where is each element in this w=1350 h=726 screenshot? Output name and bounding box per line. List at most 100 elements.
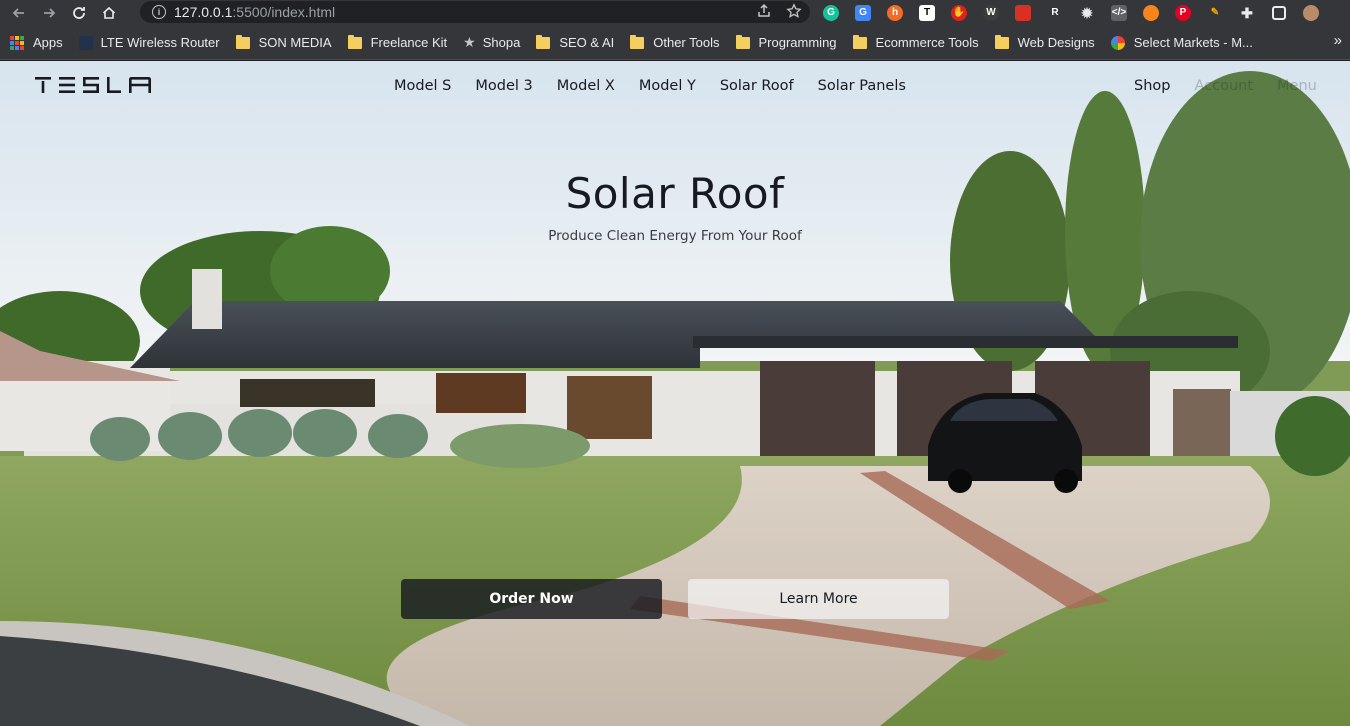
home-button[interactable] bbox=[98, 2, 120, 24]
router-icon bbox=[78, 35, 93, 50]
gear-icon: ✹ bbox=[1081, 5, 1093, 21]
url-path: :5500/index.html bbox=[232, 4, 336, 20]
pinterest-extension[interactable]: P bbox=[1172, 2, 1194, 24]
bookmarks-bar: Apps LTE Wireless Router SON MEDIA Freel… bbox=[0, 26, 1350, 60]
metamask-extension[interactable] bbox=[1140, 2, 1162, 24]
folder-icon bbox=[630, 34, 645, 49]
star-icon: ★ bbox=[463, 34, 476, 50]
side-panel-icon bbox=[1272, 6, 1286, 20]
r-letter-icon: R bbox=[1051, 7, 1059, 18]
url-host: 127.0.0.1 bbox=[174, 4, 233, 20]
hero-title: Solar Roof bbox=[565, 169, 785, 218]
folder-icon bbox=[735, 34, 750, 49]
bookmark-label: Web Designs bbox=[1017, 35, 1095, 50]
address-bar[interactable]: i 127.0.0.1:5500/index.html bbox=[140, 1, 810, 23]
side-panel-button[interactable] bbox=[1268, 2, 1290, 24]
account-nav: Shop Account Menu bbox=[1122, 78, 1329, 94]
wordpress-icon: W bbox=[983, 5, 999, 21]
bookmark-label: Freelance Kit bbox=[370, 35, 448, 50]
book-extension[interactable] bbox=[1012, 2, 1034, 24]
bookmark-programming[interactable]: Programming bbox=[735, 34, 837, 50]
bookmark-label: LTE Wireless Router bbox=[100, 35, 220, 50]
main-nav: Model S Model 3 Model X Model Y Solar Ro… bbox=[382, 78, 918, 94]
share-icon[interactable] bbox=[756, 3, 772, 19]
code-icon: </> bbox=[1111, 5, 1127, 21]
chimney bbox=[192, 269, 222, 329]
order-now-button[interactable]: Order Now bbox=[401, 579, 662, 619]
tesla-logo[interactable] bbox=[35, 77, 151, 93]
arrow-right-icon bbox=[44, 8, 56, 18]
nav-model-s[interactable]: Model S bbox=[382, 78, 463, 94]
adblock-extension[interactable]: ✋ bbox=[948, 2, 970, 24]
grammarly-extension[interactable]: G bbox=[820, 2, 842, 24]
code-extension[interactable]: </> bbox=[1108, 2, 1130, 24]
garage-roof bbox=[693, 336, 1238, 348]
fox-icon bbox=[1143, 5, 1159, 21]
nav-model-x[interactable]: Model X bbox=[545, 78, 627, 94]
bookmark-freelance-kit[interactable]: Freelance Kit bbox=[347, 34, 448, 50]
reload-button[interactable] bbox=[68, 2, 90, 24]
window bbox=[240, 379, 375, 407]
bookmark-other-tools[interactable]: Other Tools bbox=[630, 34, 720, 50]
nav-model-3[interactable]: Model 3 bbox=[463, 78, 544, 94]
honey-icon: h bbox=[887, 5, 903, 21]
gear-extension[interactable]: ✹ bbox=[1076, 2, 1098, 24]
google-icon bbox=[1110, 35, 1125, 50]
bookmark-seo-ai[interactable]: SEO & AI bbox=[536, 34, 615, 50]
home-icon bbox=[102, 6, 116, 19]
nav-shop[interactable]: Shop bbox=[1122, 78, 1182, 94]
gate bbox=[1173, 389, 1231, 464]
bookmark-apps[interactable]: Apps bbox=[10, 35, 63, 50]
bookmark-star-icon[interactable] bbox=[786, 3, 802, 19]
window bbox=[436, 373, 526, 413]
nav-model-y[interactable]: Model Y bbox=[627, 78, 708, 94]
site-header: Model S Model 3 Model X Model Y Solar Ro… bbox=[0, 61, 1350, 113]
nav-account[interactable]: Account bbox=[1182, 78, 1265, 94]
cta-buttons: Order Now Learn More bbox=[401, 579, 949, 619]
browser-toolbar: i 127.0.0.1:5500/index.html G G h T ✋ W … bbox=[0, 0, 1350, 26]
hero-subtitle: Produce Clean Energy From Your Roof bbox=[548, 228, 802, 244]
nav-solar-roof[interactable]: Solar Roof bbox=[708, 78, 806, 94]
bookmark-label: Other Tools bbox=[653, 35, 720, 50]
forward-button[interactable] bbox=[38, 2, 60, 24]
tesla-page: Model S Model 3 Model X Model Y Solar Ro… bbox=[0, 61, 1350, 726]
arrow-left-icon bbox=[12, 8, 24, 18]
honey-extension[interactable]: h bbox=[884, 2, 906, 24]
notion-extension[interactable]: T bbox=[916, 2, 938, 24]
folder-icon bbox=[347, 34, 362, 49]
extensions-bar: G G h T ✋ W R ✹ </> P ✎ ✚ bbox=[820, 2, 1322, 24]
bookmark-ecommerce-tools[interactable]: Ecommerce Tools bbox=[852, 34, 979, 50]
bookmark-lte-router[interactable]: LTE Wireless Router bbox=[78, 35, 220, 50]
garage-door bbox=[760, 361, 875, 466]
apps-grid-icon bbox=[10, 35, 24, 50]
r-extension[interactable]: R bbox=[1044, 2, 1066, 24]
bookmark-label: Programming bbox=[758, 35, 837, 50]
bookmarks-overflow-button[interactable]: » bbox=[1334, 32, 1342, 49]
nav-menu[interactable]: Menu bbox=[1265, 78, 1329, 94]
bookmark-label: Shopa bbox=[482, 35, 521, 50]
car bbox=[928, 393, 1082, 493]
bookmark-web-designs[interactable]: Web Designs bbox=[994, 34, 1095, 50]
translate-icon: G bbox=[855, 5, 871, 21]
hand-stop-icon: ✋ bbox=[951, 5, 967, 21]
profile-avatar[interactable] bbox=[1300, 2, 1322, 24]
bookmark-shopa[interactable]: ★ Shopa bbox=[463, 34, 520, 51]
grammarly-icon: G bbox=[823, 5, 839, 21]
translate-extension[interactable]: G bbox=[852, 2, 874, 24]
avatar bbox=[1303, 5, 1319, 21]
puzzle-icon: ✚ bbox=[1241, 5, 1253, 21]
folder-icon bbox=[235, 34, 250, 49]
back-button[interactable] bbox=[8, 2, 30, 24]
hero-text: Solar Roof Produce Clean Energy From You… bbox=[0, 169, 1350, 244]
extensions-menu[interactable]: ✚ bbox=[1236, 2, 1258, 24]
bookmark-son-media[interactable]: SON MEDIA bbox=[235, 34, 332, 50]
bookmark-label: Select Markets - M... bbox=[1133, 35, 1253, 50]
learn-more-button[interactable]: Learn More bbox=[688, 579, 949, 619]
pen-extension[interactable]: ✎ bbox=[1204, 2, 1226, 24]
nav-solar-panels[interactable]: Solar Panels bbox=[806, 78, 918, 94]
bookmark-select-markets[interactable]: Select Markets - M... bbox=[1110, 35, 1253, 50]
bookmark-label: Apps bbox=[33, 35, 63, 50]
bookmark-label: SEO & AI bbox=[559, 35, 615, 50]
wordpress-extension[interactable]: W bbox=[980, 2, 1002, 24]
info-icon[interactable]: i bbox=[152, 5, 166, 19]
